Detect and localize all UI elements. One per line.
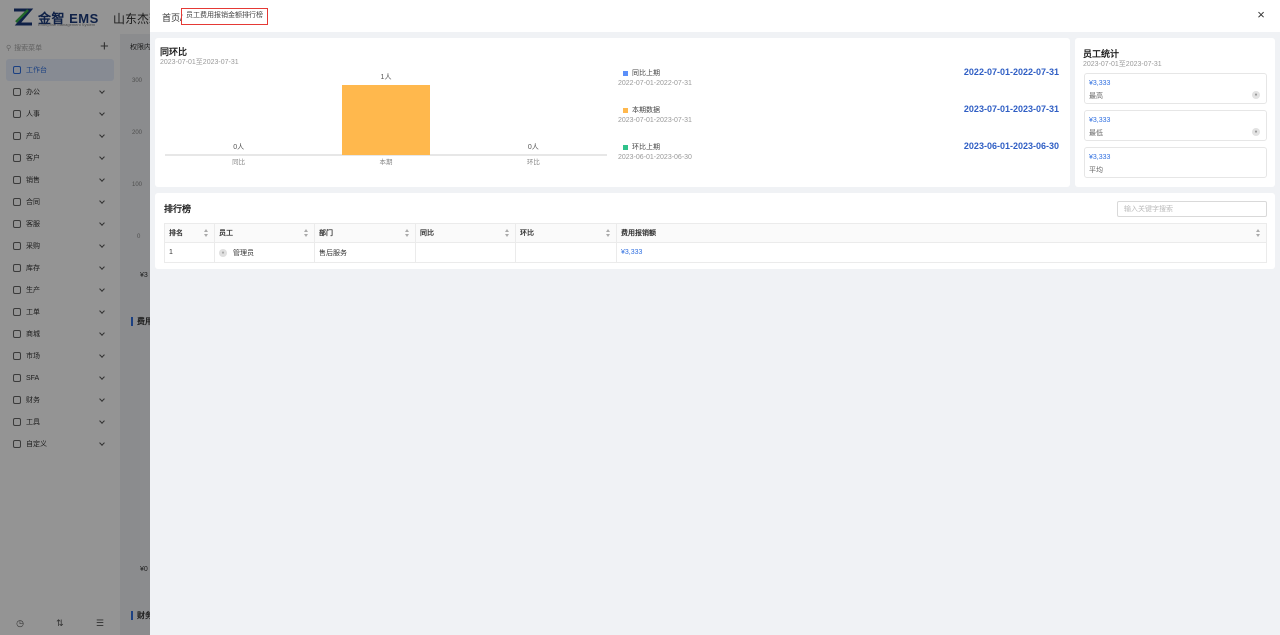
sort-icon[interactable]: [1256, 229, 1261, 238]
legend-item[interactable]: 同比上期: [623, 68, 660, 78]
legend-range: 2023-07-01-2023-07-31: [618, 117, 692, 124]
bar-value-label: 0人: [528, 143, 539, 151]
sort-icon[interactable]: [505, 229, 510, 238]
legend-swatch: [623, 107, 628, 113]
avatar-icon: ●: [219, 248, 227, 257]
column-header-amount[interactable]: 费用报销额: [617, 224, 1266, 242]
x-tick-label: 本期: [380, 157, 394, 166]
stat-label: 平均: [1089, 167, 1103, 174]
legend-item[interactable]: 本期数据: [623, 105, 660, 115]
sort-icon[interactable]: [304, 229, 309, 238]
legend-range: 2023-06-01-2023-06-30: [618, 154, 692, 161]
yoy-bar-chart: 0人同比 1人本期 0人环比: [165, 73, 607, 166]
ranking-title: 排行榜: [164, 204, 192, 214]
stat-value: ¥3,333: [1089, 117, 1111, 124]
table-header-row: 排名 员工 部门 同比 环比 费用报销额: [165, 224, 1266, 243]
legend-range: 2022-07-01-2022-07-31: [618, 80, 692, 87]
bar-value-label: 0人: [233, 143, 244, 151]
cell-department: 售后服务: [315, 243, 416, 262]
breadcrumb-current: 员工费用报销金额排行榜: [181, 8, 268, 25]
close-icon[interactable]: ×: [1254, 8, 1268, 22]
user-icon: ●: [1252, 91, 1260, 99]
cell-yoy: [416, 243, 516, 262]
ranking-search-input[interactable]: [1117, 201, 1267, 217]
cell-amount: ¥3,333: [621, 249, 643, 256]
stat-value: ¥3,333: [1089, 80, 1111, 87]
ranking-card: 排行榜 排名 员工 部门 同比 环比 费用报销额 1 ●管理员 售后服务 ¥3,…: [155, 193, 1275, 269]
legend-item[interactable]: 环比上期: [623, 142, 660, 152]
ranking-drawer: 首页/ 员工费用报销金额排行榜 × 同环比 2023-07-01至2023-07…: [150, 0, 1280, 635]
legend-name: 环比上期: [632, 144, 660, 151]
legend-name: 同比上期: [632, 70, 660, 77]
column-header-yoy[interactable]: 同比: [416, 224, 516, 242]
x-tick-label: 同比: [232, 157, 246, 166]
stat-label: 最低: [1089, 130, 1103, 137]
legend-period: 2022-07-01-2022-07-31: [963, 67, 1059, 77]
stats-date-range: 2023-07-01至2023-07-31: [1083, 61, 1162, 68]
user-icon: ●: [1252, 128, 1260, 136]
x-tick-label: 环比: [527, 157, 541, 166]
stat-average: ¥3,333 平均: [1084, 147, 1267, 178]
legend-swatch: [623, 144, 628, 150]
column-header-rank[interactable]: 排名: [165, 224, 215, 242]
legend-period: 2023-06-01-2023-06-30: [963, 141, 1059, 151]
legend-name: 本期数据: [632, 107, 660, 114]
drawer-header: 首页/ 员工费用报销金额排行榜 ×: [150, 0, 1280, 32]
stat-lowest: ¥3,333 最低 ●: [1084, 110, 1267, 141]
yoy-card: 同环比 2023-07-01至2023-07-31 0人 同比 1人 本期 0人 环比 同…: [155, 38, 1070, 187]
sort-icon[interactable]: [606, 229, 611, 238]
column-header-employee[interactable]: 员工: [215, 224, 315, 242]
bar-value-label: 1人: [381, 73, 392, 81]
legend-swatch: [623, 70, 628, 76]
employee-stats-card: 员工统计 2023-07-01至2023-07-31 ¥3,333 最高 ● ¥…: [1075, 38, 1275, 187]
sort-icon[interactable]: [405, 229, 410, 238]
cell-rank: 1: [165, 243, 215, 262]
stat-label: 最高: [1089, 93, 1103, 100]
ranking-table: 排名 员工 部门 同比 环比 费用报销额 1 ● 管理员 售后服务 ¥3,333: [164, 223, 1267, 263]
cell-mom: [516, 243, 617, 262]
column-header-mom[interactable]: 环比: [516, 224, 617, 242]
column-header-department[interactable]: 部门: [315, 224, 416, 242]
breadcrumb-home[interactable]: 首页/: [162, 11, 183, 24]
legend-period: 2023-07-01-2023-07-31: [963, 104, 1059, 114]
stat-highest: ¥3,333 最高 ●: [1084, 73, 1267, 104]
table-row[interactable]: 1 ● 管理员 售后服务 ¥3,333: [165, 243, 1266, 262]
cell-employee: ● 管理员: [215, 243, 315, 262]
bar-1[interactable]: [342, 85, 430, 155]
stat-value: ¥3,333: [1089, 154, 1111, 161]
sort-icon[interactable]: [204, 229, 209, 238]
